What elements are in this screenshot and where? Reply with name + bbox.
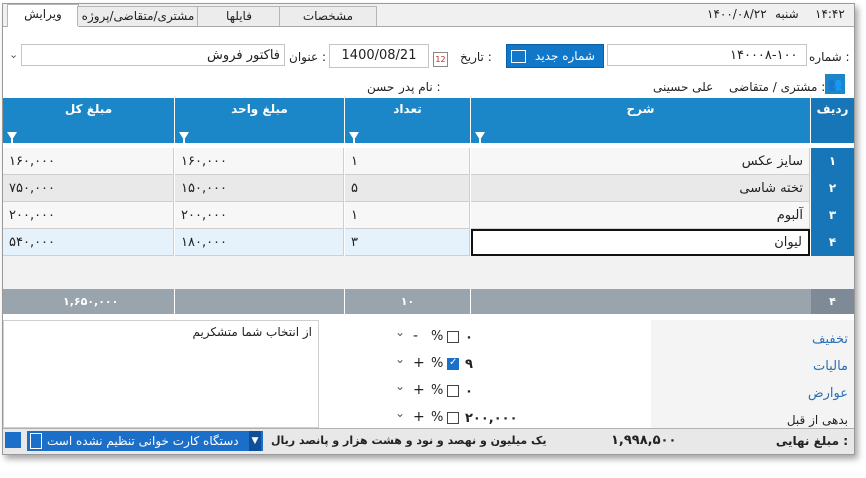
new-number-button[interactable]: شماره جدید — [506, 44, 604, 68]
sign-symbol[interactable]: + — [413, 409, 425, 425]
cell-desc[interactable]: لیوان — [471, 229, 810, 256]
tab-specs[interactable]: مشخصات — [279, 6, 377, 26]
sign-symbol[interactable]: + — [413, 355, 425, 371]
totals-quantity: ۱۰ — [400, 295, 415, 308]
cell-desc[interactable]: تخته شاسی — [471, 175, 810, 202]
chevron-down-icon[interactable]: ⌄ — [395, 379, 405, 393]
final-amount-value: ۱,۹۹۸,۵۰۰ — [611, 433, 677, 448]
cell-qty[interactable]: ۱ — [345, 148, 470, 175]
clock-date: ۱۴۰۰/۰۸/۲۲ — [707, 7, 767, 21]
row-index[interactable]: ۳ — [811, 202, 854, 230]
clock-time: ۱۴:۴۲ — [815, 7, 845, 21]
card-reader-dropdown[interactable]: دستگاه کارت خوانی تنظیم نشده است ▼ — [27, 431, 263, 451]
percent-symbol: % — [431, 329, 444, 344]
invoice-window: ویرایش مشتری/متقاضی/پروژه فایلها مشخصات … — [2, 3, 855, 455]
row-index[interactable]: ۴ — [811, 229, 854, 257]
title-field[interactable]: فاکتور فروش — [21, 44, 285, 66]
adjust-checkbox[interactable] — [447, 331, 459, 343]
cell-unit[interactable]: ۱۵۰,۰۰۰ — [175, 175, 344, 202]
cell-total[interactable]: ۱۶۰,۰۰۰ — [3, 148, 174, 175]
chevron-down-icon[interactable]: ⌄ — [395, 406, 405, 420]
clock-day: شنبه — [775, 7, 799, 21]
col-header-description[interactable]: شرح — [471, 98, 811, 144]
adjust-label: تخفیف — [812, 332, 848, 347]
father-name: حسن — [367, 80, 395, 94]
cell-desc[interactable]: سایز عکس — [471, 148, 810, 175]
tab-customer-project[interactable]: مشتری/متقاضی/پروژه — [77, 6, 199, 26]
new-number-icon — [511, 50, 526, 63]
cell-unit[interactable]: ۱۸۰,۰۰۰ — [175, 229, 344, 256]
card-reader-label: دستگاه کارت خوانی تنظیم نشده است — [47, 434, 239, 448]
title-label: عنوان : — [289, 50, 326, 64]
tab-strip: ویرایش مشتری/متقاضی/پروژه فایلها مشخصات … — [3, 4, 854, 27]
totals-count: ۴ — [811, 289, 854, 314]
adjust-checkbox[interactable] — [447, 357, 459, 370]
col-header-unit-price[interactable]: مبلغ واحد — [175, 98, 345, 144]
calculator-icon[interactable] — [5, 432, 21, 448]
chevron-down-icon[interactable]: ▼ — [249, 431, 261, 451]
row-index[interactable]: ۲ — [811, 175, 854, 203]
customer-name: علی حسینی — [653, 80, 714, 94]
totals-amount: ۱,۶۵۰,۰۰۰ — [63, 295, 119, 308]
note-box[interactable]: از انتخاب شما متشکریم — [3, 320, 319, 428]
percent-symbol: % — [431, 383, 444, 398]
tab-files[interactable]: فایلها — [197, 6, 281, 26]
cell-unit[interactable]: ۱۶۰,۰۰۰ — [175, 148, 344, 175]
final-amount-words: یک میلیون و نهصد و نود و هشت هزار و پانص… — [271, 434, 547, 447]
adjust-value[interactable]: ۲۰۰,۰۰۰ — [465, 411, 518, 426]
date-label: تاریخ : — [460, 50, 492, 64]
sign-symbol[interactable]: + — [413, 382, 425, 398]
filter-icon[interactable] — [179, 132, 189, 144]
cell-total[interactable]: ۵۴۰,۰۰۰ — [3, 229, 174, 256]
filter-icon[interactable] — [475, 132, 485, 144]
cell-unit[interactable]: ۲۰۰,۰۰۰ — [175, 202, 344, 229]
cell-total[interactable]: ۷۵۰,۰۰۰ — [3, 175, 174, 202]
tab-edit[interactable]: ویرایش — [7, 4, 79, 27]
cell-total[interactable]: ۲۰۰,۰۰۰ — [3, 202, 174, 229]
filter-icon[interactable] — [7, 132, 17, 144]
col-header-quantity[interactable]: تعداد — [345, 98, 471, 144]
cell-qty[interactable]: ۳ — [345, 229, 470, 256]
adjust-checkbox[interactable] — [447, 385, 459, 397]
card-reader-icon — [30, 433, 42, 449]
customer-label: مشتری / متقاضی : — [729, 80, 826, 94]
cell-qty[interactable]: ۱ — [345, 202, 470, 229]
number-label: شماره : — [809, 50, 850, 64]
row-index[interactable]: ۱ — [811, 148, 854, 176]
father-label: نام پدر : — [399, 80, 441, 94]
adjust-label: بدهی از قبل — [786, 413, 848, 427]
calendar-icon[interactable]: 12 — [433, 52, 448, 67]
col-header-total[interactable]: مبلغ کل — [3, 98, 175, 144]
totals-row: ۴ ۱۰ ۱,۶۵۰,۰۰۰ — [3, 289, 854, 314]
final-amount-label: مبلغ نهایی : — [775, 434, 848, 448]
cell-desc[interactable]: آلبوم — [471, 202, 810, 229]
percent-symbol: % — [431, 356, 444, 371]
sign-symbol[interactable]: - — [413, 328, 418, 344]
chevron-down-icon[interactable]: ⌄ — [9, 48, 18, 61]
adjust-label: مالیات — [812, 359, 848, 374]
chevron-down-icon[interactable]: ⌄ — [395, 325, 405, 339]
adjust-value[interactable]: ۰ — [465, 330, 473, 345]
date-field[interactable]: 1400/08/21 — [329, 44, 429, 68]
adjust-value[interactable]: ۰ — [465, 384, 473, 399]
new-number-label: شماره جدید — [535, 49, 595, 63]
chevron-down-icon[interactable]: ⌄ — [395, 352, 405, 366]
grid-empty-area — [3, 256, 854, 289]
status-bar: مبلغ نهایی : ۱,۹۹۸,۵۰۰ یک میلیون و نهصد … — [3, 428, 854, 454]
percent-symbol: % — [431, 410, 444, 425]
filter-icon[interactable] — [349, 132, 359, 144]
customer-icon[interactable]: 👥 — [825, 74, 845, 94]
adjust-label: عوارض — [807, 386, 848, 401]
adjust-checkbox[interactable] — [447, 412, 459, 424]
number-field[interactable]: ۱۴۰۰۰۸-۱۰۰ — [607, 44, 807, 66]
adjust-value[interactable]: ۹ — [465, 357, 473, 372]
cell-qty[interactable]: ۵ — [345, 175, 470, 202]
col-header-index[interactable]: ردیف — [811, 98, 854, 143]
